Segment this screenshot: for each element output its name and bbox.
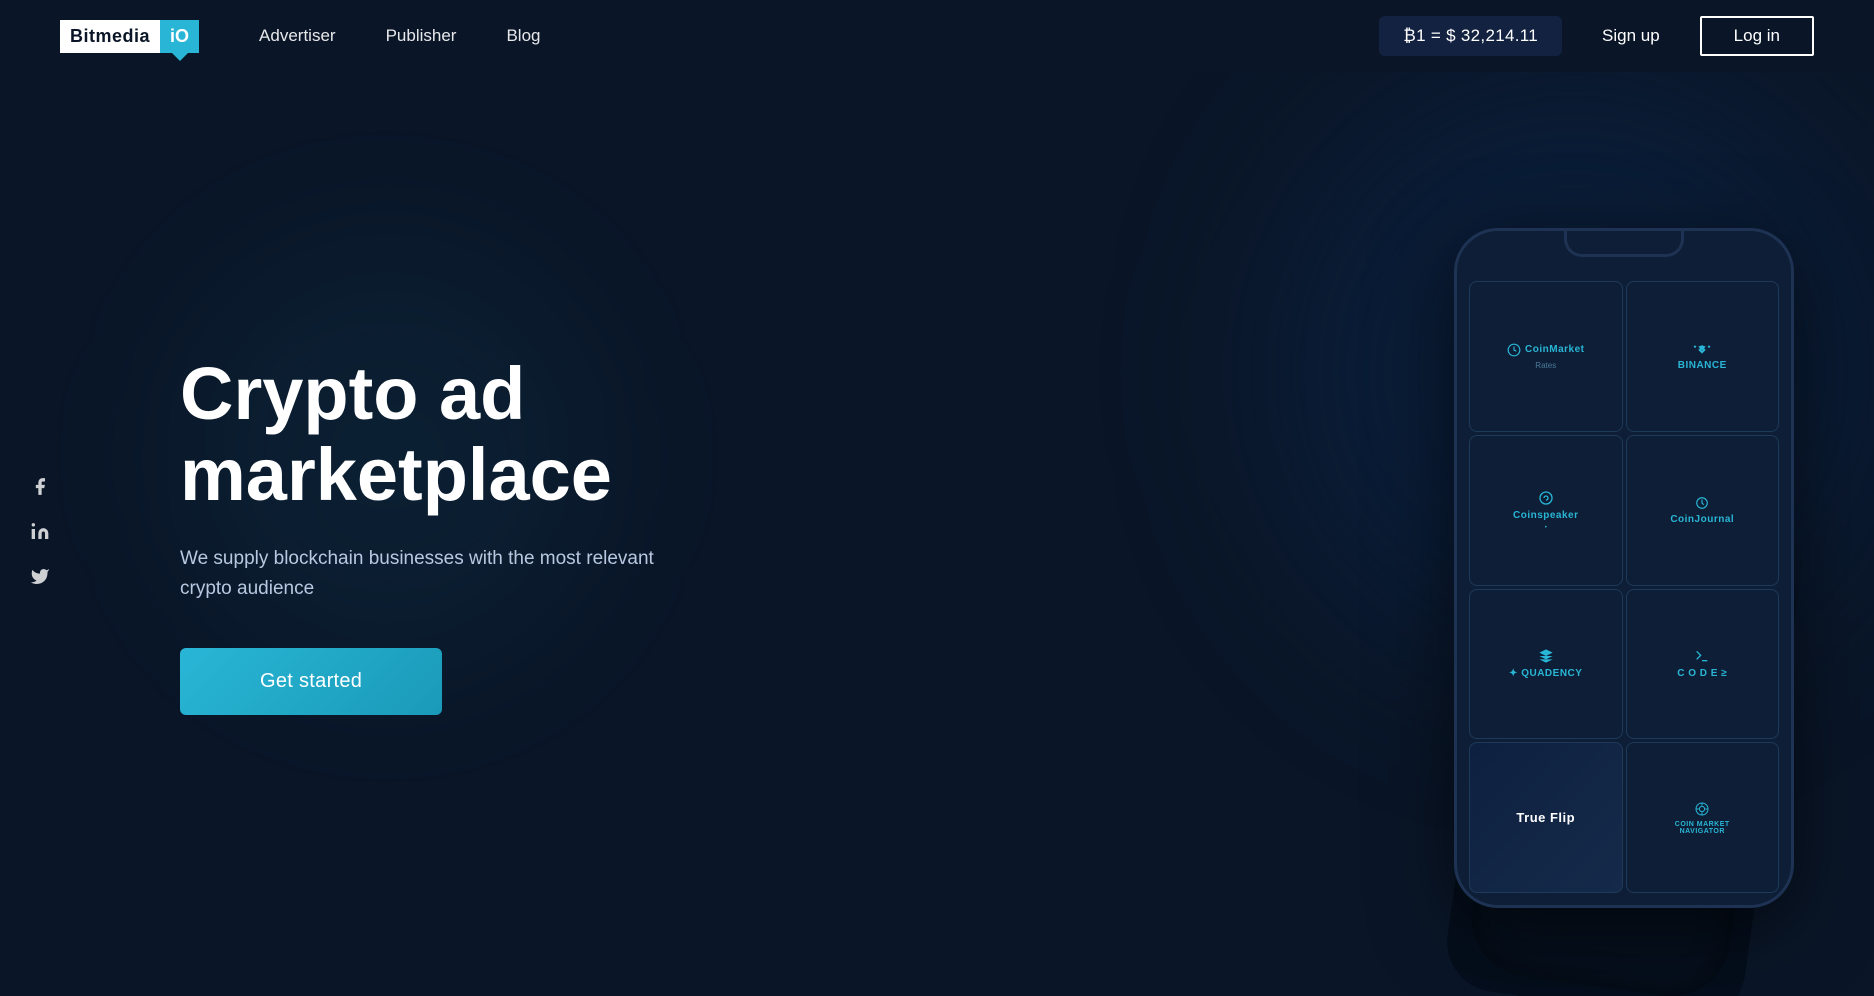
hero-section: Crypto ad marketplace We supply blockcha…	[0, 72, 1874, 996]
hero-title-line1: Crypto ad	[180, 352, 525, 435]
hero-title-line2: marketplace	[180, 433, 612, 516]
hero-title: Crypto ad marketplace	[180, 353, 660, 516]
phone-card-quadency-text: ✦ QUADENCY	[1509, 668, 1582, 679]
nav-item-advertiser[interactable]: Advertiser	[259, 26, 336, 46]
advertiser-link[interactable]: Advertiser	[259, 26, 336, 45]
nav-links: Advertiser Publisher Blog	[259, 26, 540, 46]
navbar: Bitmedia iO Advertiser Publisher Blog ₿1…	[0, 0, 1874, 72]
phone-card-cmn-text: COIN MARKETNAVIGATOR	[1675, 821, 1730, 835]
publisher-link[interactable]: Publisher	[386, 26, 457, 45]
facebook-icon[interactable]	[30, 477, 50, 502]
logo[interactable]: Bitmedia iO	[60, 20, 199, 53]
linkedin-icon[interactable]	[30, 522, 50, 547]
phone-card-coinjournal: CoinJournal	[1626, 435, 1780, 586]
phone-card-codex-text: C O D E ≥	[1677, 668, 1727, 679]
social-sidebar	[30, 477, 50, 592]
phone-card-binance: BINANCE	[1626, 281, 1780, 432]
logo-bitmedia: Bitmedia	[60, 20, 160, 53]
navbar-right: ₿1 = $ 32,214.11 Sign up Log in	[1379, 16, 1814, 56]
phone-card-cmn: COIN MARKETNAVIGATOR	[1626, 742, 1780, 893]
login-button[interactable]: Log in	[1700, 16, 1814, 56]
navbar-left: Bitmedia iO Advertiser Publisher Blog	[60, 20, 540, 53]
phone-card-codex: C O D E ≥	[1626, 589, 1780, 740]
signup-link[interactable]: Sign up	[1602, 26, 1660, 46]
phone-card-coinjournal-text: CoinJournal	[1670, 514, 1734, 525]
phone-card-coinspeaker: Coinspeaker •	[1469, 435, 1623, 586]
nav-item-publisher[interactable]: Publisher	[386, 26, 457, 46]
phone-notch	[1564, 231, 1684, 257]
nav-item-blog[interactable]: Blog	[506, 26, 540, 46]
hero-subtitle: We supply blockchain businesses with the…	[180, 544, 660, 605]
blog-link[interactable]: Blog	[506, 26, 540, 45]
phone-card-coinspeaker-sub: •	[1545, 525, 1547, 531]
get-started-button[interactable]: Get started	[180, 648, 442, 715]
phone-card-trueflip-text: True Flip	[1516, 810, 1575, 825]
logo-io: iO	[160, 20, 199, 53]
phone-card-quadency: ✦ QUADENCY	[1469, 589, 1623, 740]
phone-container: CoinMarket Rates BINANCE Coinspeaker •	[1454, 228, 1794, 908]
phone-card-coinmarket-text: CoinMarket	[1525, 344, 1584, 355]
hero-content: Crypto ad marketplace We supply blockcha…	[180, 353, 660, 716]
btc-price-display: ₿1 = $ 32,214.11	[1379, 16, 1562, 56]
phone-mockup: CoinMarket Rates BINANCE Coinspeaker •	[1454, 228, 1794, 908]
phone-card-coinmarket-sub: Rates	[1535, 361, 1556, 370]
phone-card-binance-text: BINANCE	[1678, 360, 1727, 371]
phone-card-coinspeaker-text: Coinspeaker	[1513, 510, 1579, 521]
phone-card-coinmarket: CoinMarket Rates	[1469, 281, 1623, 432]
phone-card-trueflip: True Flip	[1469, 742, 1623, 893]
twitter-icon[interactable]	[30, 567, 50, 592]
